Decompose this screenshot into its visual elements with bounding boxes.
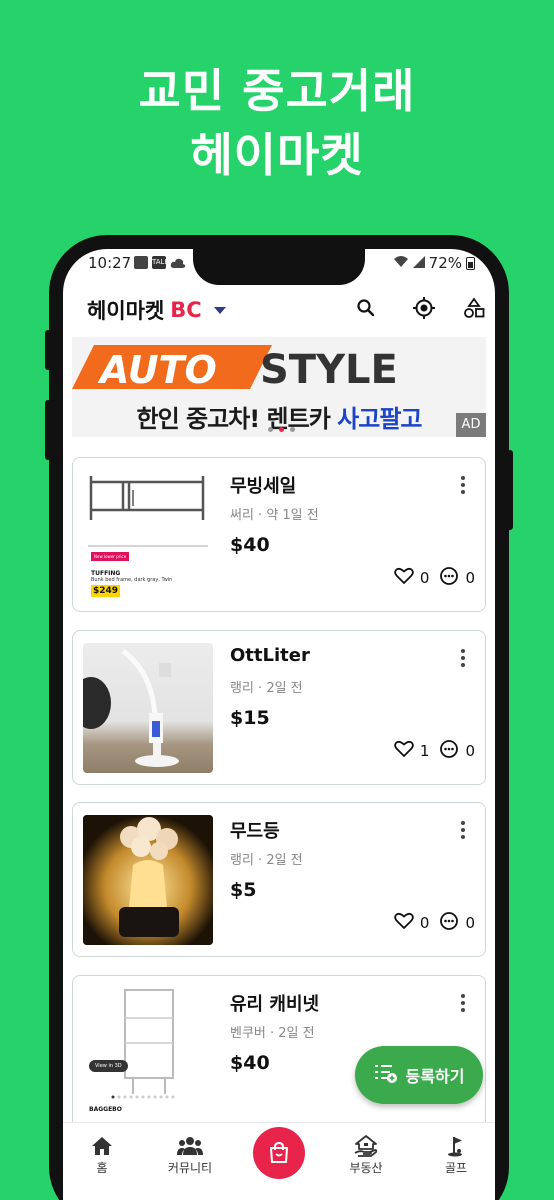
phone-side-button: [45, 400, 51, 460]
nav-label: 커뮤니티: [167, 1161, 213, 1175]
like-count: 0: [419, 914, 430, 932]
like-count: 1: [419, 742, 430, 760]
promo-title-line1: 교민 중고거래: [138, 64, 416, 118]
listing-meta: 랭리 · 2일 전: [230, 681, 303, 696]
listing-meta: 랭리 · 2일 전: [230, 853, 303, 868]
wifi-icon: [393, 254, 409, 272]
ad-banner[interactable]: AUTO STYLE 한인 중고차! 렌트카 사고팔고 AD: [72, 337, 486, 437]
location-target-icon[interactable]: [409, 293, 439, 323]
golf-icon: [448, 1137, 462, 1157]
price-tag-label: New lower price: [91, 552, 130, 561]
region-code: BC: [170, 298, 202, 322]
autostyle-logo: AUTO STYLE: [72, 345, 398, 393]
product-name: TUFFING: [91, 570, 121, 577]
battery-percent: 72%: [428, 254, 462, 272]
add-list-icon: [374, 1062, 398, 1088]
chat-count: 0: [465, 914, 475, 932]
listing-price: $15: [230, 707, 270, 729]
chat-icon: [439, 739, 459, 763]
logo-left-text: AUTO: [97, 348, 217, 392]
register-listing-button[interactable]: 등록하기: [355, 1046, 483, 1104]
listing-price: $40: [230, 1052, 270, 1074]
product-desc: Bunk bed frame, dark gray, Twin: [91, 577, 173, 583]
more-options-icon[interactable]: [455, 821, 471, 839]
product-name: BAGGEBO: [89, 1106, 122, 1113]
pagination-dot: [268, 427, 273, 432]
chat-count: 0: [465, 742, 475, 760]
listing-title: OttLiter: [230, 645, 310, 666]
signal-icon: [412, 254, 425, 272]
listing-title: 무드등: [230, 821, 280, 842]
nav-label: 부동산: [349, 1161, 383, 1175]
phone-screen: 10:27 TALK 72% 헤이마켓 BC AUTO STYLE 한인 중고차…: [63, 249, 495, 1200]
nav-real-estate[interactable]: 부동산: [331, 1133, 401, 1176]
more-options-icon[interactable]: [455, 649, 471, 667]
real-estate-icon: [354, 1135, 378, 1157]
region-selector[interactable]: 헤이마켓 BC: [87, 295, 226, 325]
product-price-tag: $249: [91, 585, 121, 597]
view-in-3d-badge: View in 3D: [89, 1060, 128, 1072]
like-count: 0: [419, 569, 430, 587]
image-icon: [134, 256, 148, 269]
chat-icon: [439, 566, 459, 590]
listing-card[interactable]: 무드등 랭리 · 2일 전 $5 0 0: [72, 802, 486, 957]
nav-golf[interactable]: 골프: [421, 1133, 491, 1176]
listing-price: $40: [230, 534, 270, 556]
listing-title: 유리 캐비넷: [230, 994, 320, 1015]
more-options-icon[interactable]: [455, 994, 471, 1012]
brand-name: 헤이마켓: [87, 299, 165, 323]
home-icon: [92, 1137, 112, 1155]
pagination-dot: [290, 427, 295, 432]
phone-side-button: [507, 450, 513, 530]
heart-icon[interactable]: [394, 567, 414, 589]
listing-card[interactable]: OttLiter 랭리 · 2일 전 $15 1 0: [72, 630, 486, 785]
listing-thumbnail: View in 3D BAGGEBO: [83, 988, 213, 1118]
shopping-bag-icon: [270, 1141, 288, 1163]
listing-title: 무빙세일: [230, 476, 297, 497]
ad-badge: AD: [456, 413, 486, 437]
community-icon: [177, 1137, 203, 1155]
listing-stats: 0 0: [394, 566, 475, 590]
chevron-down-icon: [213, 306, 226, 314]
status-bar: 10:27 TALK 72%: [63, 253, 495, 275]
listing-price: $5: [230, 879, 257, 901]
categories-icon[interactable]: [459, 293, 489, 323]
search-icon[interactable]: [351, 293, 381, 323]
listing-meta: 벤쿠버 · 2일 전: [230, 1026, 315, 1041]
listing-card[interactable]: New lower price TUFFING Bunk bed frame, …: [72, 457, 486, 612]
pagination-dot-active: [279, 427, 284, 432]
bottom-nav: 홈 커뮤니티 부동산 골프: [63, 1122, 495, 1200]
banner-pagination: [268, 427, 295, 432]
status-time: 10:27: [88, 254, 132, 272]
nav-community[interactable]: 커뮤니티: [155, 1133, 225, 1176]
listing-meta: 써리 · 약 1일 전: [230, 508, 319, 523]
listing-thumbnail: New lower price TUFFING Bunk bed frame, …: [83, 470, 213, 600]
chat-icon: [439, 911, 459, 935]
talk-icon: TALK: [152, 256, 169, 269]
listing-stats: 1 0: [394, 739, 475, 763]
logo-right-text: STYLE: [260, 347, 398, 393]
app-bar: 헤이마켓 BC: [63, 289, 495, 335]
heart-icon[interactable]: [394, 740, 414, 762]
phone-side-button: [45, 330, 51, 370]
nav-market[interactable]: [253, 1127, 305, 1179]
listing-thumbnail: [83, 815, 213, 945]
nav-label: 골프: [444, 1161, 468, 1175]
promo-title-line2: 헤이마켓: [190, 128, 364, 182]
nav-label: 홈: [96, 1161, 108, 1175]
listing-thumbnail: [83, 643, 213, 773]
nav-home[interactable]: 홈: [67, 1133, 137, 1176]
chat-count: 0: [465, 569, 475, 587]
heart-icon[interactable]: [394, 912, 414, 934]
register-label: 등록하기: [405, 1067, 465, 1086]
listing-stats: 0 0: [394, 911, 475, 935]
more-options-icon[interactable]: [455, 476, 471, 494]
battery-icon: [466, 256, 475, 270]
cloud-icon: [170, 256, 186, 274]
